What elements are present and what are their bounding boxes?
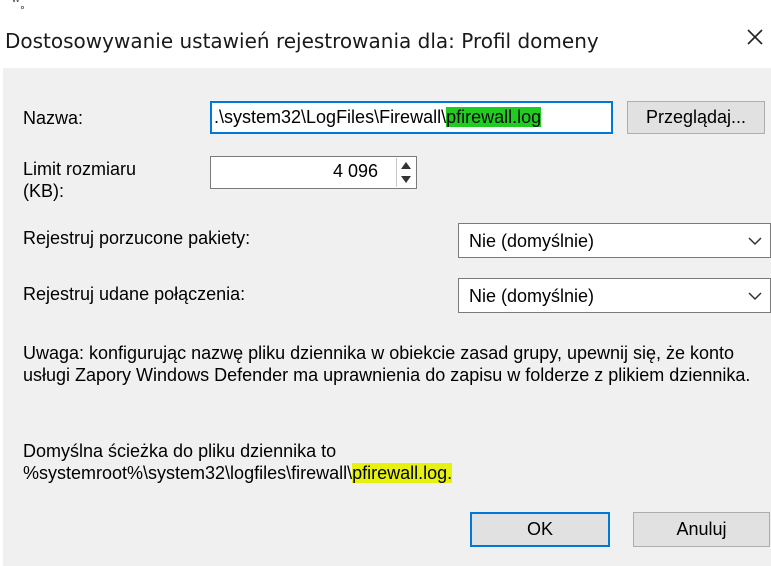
cancel-button[interactable]: Anuluj xyxy=(633,512,770,547)
log-success-select[interactable]: Nie (domyślnie) xyxy=(458,278,771,313)
log-dropped-value: Nie (domyślnie) xyxy=(469,231,595,251)
name-value-prefix: .\system32\LogFiles\Firewall\ xyxy=(214,107,447,127)
dialog-title: Dostosowywanie ustawień rejestrowania dl… xyxy=(5,29,599,53)
log-dropped-select[interactable]: Nie (domyślnie) xyxy=(458,223,771,258)
default-path-highlight: pfirewall.log. xyxy=(352,463,453,483)
log-file-name-input[interactable]: .\system32\LogFiles\Firewall\pfirewall.l… xyxy=(210,101,613,134)
cropped-glyph: ʷ˳ xyxy=(12,0,26,10)
close-icon xyxy=(747,29,763,45)
default-path-prefix: %systemroot%\system32\logfiles\firewall\ xyxy=(23,463,353,483)
spin-up-icon xyxy=(401,161,411,169)
default-path-text: Domyślna ścieżka do pliku dziennika to %… xyxy=(23,440,763,484)
name-label: Nazwa: xyxy=(23,108,84,128)
default-path-line2: %systemroot%\system32\logfiles\firewall\… xyxy=(23,462,763,484)
spin-down-icon xyxy=(401,175,411,183)
size-limit-label: Limit rozmiaru (KB): xyxy=(23,158,136,202)
browse-button[interactable]: Przeglądaj... xyxy=(627,101,765,134)
log-dropped-label: Rejestruj porzucone pakiety: xyxy=(23,228,251,248)
size-label-line1: Limit rozmiaru xyxy=(23,159,137,179)
name-value-selected: pfirewall.log xyxy=(446,107,542,127)
chevron-down-icon xyxy=(748,292,762,301)
dialog-body: Nazwa: .\system32\LogFiles\Firewall\pfir… xyxy=(3,68,771,566)
ok-button[interactable]: OK xyxy=(470,512,610,547)
size-limit-input[interactable]: 4 096 xyxy=(210,156,417,189)
chevron-down-icon xyxy=(748,237,762,246)
spin-down-button[interactable] xyxy=(397,172,415,186)
size-spinner[interactable] xyxy=(396,158,415,187)
log-success-value: Nie (domyślnie) xyxy=(469,286,595,306)
size-label-line2: (KB): xyxy=(23,181,65,201)
gpo-warning-text: Uwaga: konfigurując nazwę pliku dziennik… xyxy=(23,343,751,385)
close-button[interactable] xyxy=(740,22,770,52)
spin-up-button[interactable] xyxy=(397,158,415,172)
log-success-label: Rejestruj udane połączenia: xyxy=(23,284,246,304)
default-path-line1: Domyślna ścieżka do pliku dziennika to xyxy=(23,441,337,461)
